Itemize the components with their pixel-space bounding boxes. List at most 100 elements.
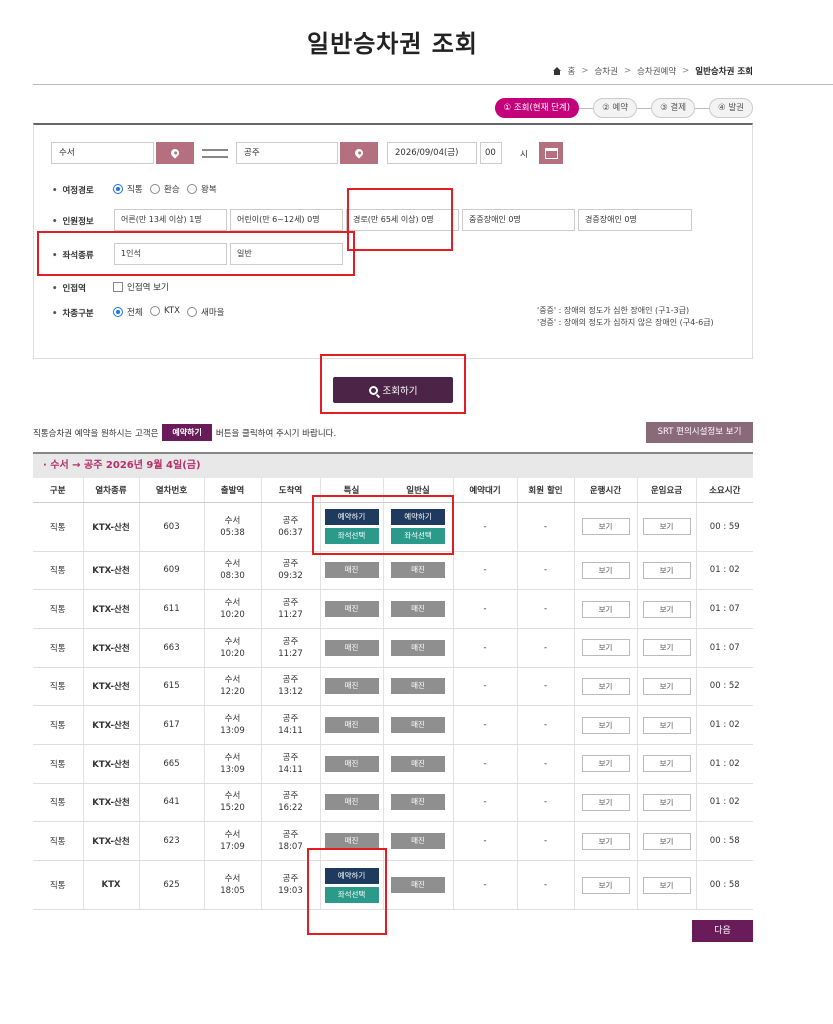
fare-view-button[interactable]: 보기 (642, 832, 691, 850)
calendar-button[interactable] (539, 142, 563, 164)
row-fare: 보기 (637, 502, 697, 552)
row-waitlist: - (453, 628, 518, 668)
train-option-all[interactable]: 전체 (113, 306, 143, 318)
train-option-saemaeul[interactable]: 새마을 (187, 306, 224, 318)
route-option-round[interactable]: 왕복 (187, 183, 217, 195)
row-first-class: 매진 (320, 783, 384, 823)
row-train-number: 611 (139, 589, 205, 629)
schedule-view-button[interactable]: 보기 (581, 600, 630, 618)
arrival-station-button[interactable] (340, 142, 378, 164)
highlight-senior-box (347, 188, 453, 251)
sold-out-badge: 매진 (391, 877, 445, 893)
row-schedule: 보기 (574, 860, 638, 910)
search-button[interactable]: 조회하기 (333, 377, 453, 403)
location-pin-icon (353, 147, 365, 159)
breadcrumb-home[interactable]: 홈 (568, 65, 576, 77)
sold-out-badge: 매진 (324, 601, 379, 618)
row-type: 직통 (33, 589, 84, 629)
table-row: 직통 KTX-산천 665 수서 13:09 공주 14:11 매진 매진 - - 보기 보기 01 : … (33, 744, 753, 784)
next-button[interactable]: 다음 (692, 920, 753, 942)
swap-stations-icon[interactable] (202, 147, 228, 161)
row-train-kind: KTX-산천 (83, 783, 140, 823)
pax-label: 인원정보 (52, 215, 93, 227)
row-arrival: 공주 11:27 (261, 628, 321, 668)
row-departure: 수서 08:30 (204, 551, 262, 591)
row-type: 직통 (33, 551, 84, 591)
row-first-class: 매진 (320, 628, 384, 668)
row-general-class: 매진 (383, 860, 454, 910)
route-label: 여정경로 (52, 184, 93, 196)
sold-out-badge: 매진 (324, 833, 379, 850)
row-departure: 수서 15:20 (204, 783, 262, 823)
home-icon[interactable] (552, 67, 562, 75)
sold-out-badge: 매진 (324, 794, 379, 811)
row-train-number: 603 (139, 502, 205, 552)
highlight-first-train-box (312, 495, 454, 555)
sold-out-badge: 매진 (324, 639, 379, 656)
info-reserve-button[interactable]: 예약하기 (162, 424, 212, 441)
row-waitlist: - (453, 705, 518, 745)
schedule-view-button[interactable]: 보기 (581, 755, 630, 773)
schedule-view-button[interactable]: 보기 (581, 716, 630, 734)
row-schedule: 보기 (574, 628, 638, 668)
fare-view-button[interactable]: 보기 (642, 876, 691, 894)
fare-view-button[interactable]: 보기 (642, 755, 691, 773)
row-arrival: 공주 13:12 (261, 667, 321, 707)
row-fare: 보기 (637, 821, 697, 861)
schedule-view-button[interactable]: 보기 (581, 561, 630, 579)
step-search: ① 조회(현재 단계) (494, 98, 580, 118)
fare-view-button[interactable]: 보기 (642, 639, 691, 657)
fare-view-button[interactable]: 보기 (642, 518, 691, 535)
row-train-kind: KTX-산천 (83, 744, 140, 784)
breadcrumb-reservation[interactable]: 승차권예약 (637, 65, 676, 77)
fare-view-button[interactable]: 보기 (642, 716, 691, 734)
row-train-number: 609 (139, 551, 205, 591)
pax-adult-select[interactable]: 어른(만 13세 이상) 1명 (114, 209, 227, 231)
pax-child-select[interactable]: 어린이(만 6~12세) 0명 (230, 209, 343, 231)
fare-view-button[interactable]: 보기 (642, 677, 691, 695)
sold-out-badge: 매진 (391, 755, 445, 772)
calendar-icon (544, 147, 558, 159)
row-train-kind: KTX-산천 (83, 589, 140, 629)
fare-view-button[interactable]: 보기 (642, 600, 691, 618)
progress-steps: ① 조회(현재 단계) ② 예약 ③ 결제 ④ 발권 (494, 98, 753, 118)
row-train-number: 623 (139, 821, 205, 861)
schedule-view-button[interactable]: 보기 (581, 793, 630, 811)
route-option-direct[interactable]: 직통 (113, 183, 143, 195)
date-field[interactable]: 2026/09/04(금) (387, 142, 477, 164)
departure-station-field[interactable]: 수서 (51, 142, 154, 164)
mild-disabled-note: '경증' : 장애의 정도가 심하지 않은 장애인 (구4-6급) (537, 318, 714, 327)
page-title: 일반승차권 조회 (307, 30, 478, 58)
adjacent-station-checkbox[interactable]: 인접역 보기 (113, 281, 169, 293)
location-pin-icon (169, 147, 181, 159)
schedule-view-button[interactable]: 보기 (581, 639, 630, 657)
chevron-right-icon: > (623, 66, 632, 76)
row-type: 직통 (33, 783, 84, 823)
highlight-seat-type-box (37, 231, 355, 276)
arrival-station-field[interactable]: 공주 (236, 142, 338, 164)
schedule-view-button[interactable]: 보기 (581, 677, 630, 695)
pax-severe-disabled-select[interactable]: 중증장애인 0명 (462, 209, 575, 231)
srt-facility-button[interactable]: SRT 편의시설정보 보기 (646, 422, 753, 443)
row-waitlist: - (453, 667, 518, 707)
schedule-view-button[interactable]: 보기 (581, 876, 630, 894)
route-option-transfer[interactable]: 환승 (150, 183, 180, 195)
hour-select[interactable]: 00 (480, 142, 502, 164)
search-icon (368, 385, 378, 395)
sold-out-badge: 매진 (324, 717, 379, 734)
row-member-discount: - (517, 744, 575, 784)
row-schedule: 보기 (574, 502, 638, 552)
schedule-view-button[interactable]: 보기 (581, 518, 630, 535)
departure-station-button[interactable] (156, 142, 194, 164)
row-duration: 00 : 58 (696, 860, 753, 910)
row-general-class: 매진 (383, 628, 454, 668)
chevron-right-icon: > (581, 66, 589, 76)
fare-view-button[interactable]: 보기 (642, 793, 691, 811)
row-member-discount: - (517, 860, 575, 910)
breadcrumb-ticket[interactable]: 승차권 (594, 65, 617, 77)
train-option-ktx[interactable]: KTX (150, 306, 180, 316)
pax-mild-disabled-select[interactable]: 경증장애인 0명 (578, 209, 692, 231)
schedule-view-button[interactable]: 보기 (581, 832, 630, 850)
row-waitlist: - (453, 860, 518, 910)
fare-view-button[interactable]: 보기 (642, 561, 691, 579)
